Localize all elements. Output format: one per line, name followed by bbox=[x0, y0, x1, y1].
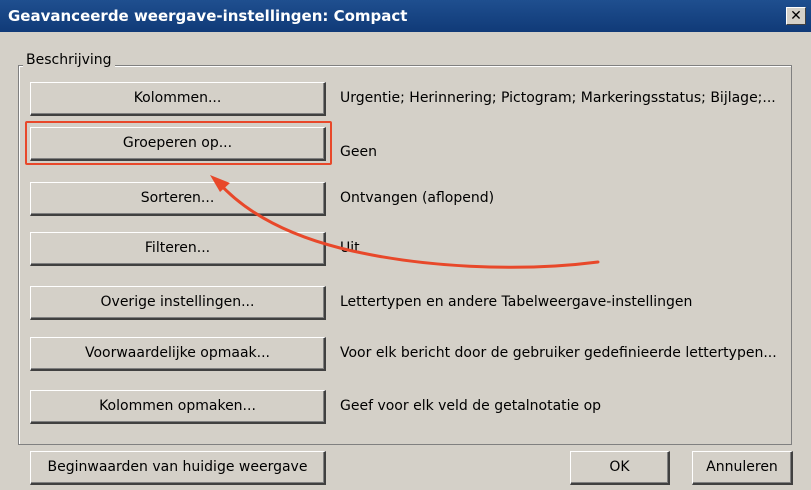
window-title: Geavanceerde weergave-instellingen: Comp… bbox=[8, 7, 408, 25]
group-by-description: Geen bbox=[340, 144, 377, 160]
sort-button[interactable]: Sorteren... bbox=[30, 182, 326, 216]
conditional-formatting-description: Voor elk bericht door de gebruiker gedef… bbox=[340, 345, 777, 361]
other-settings-button[interactable]: Overige instellingen... bbox=[30, 286, 326, 320]
dialog-window: Geavanceerde weergave-instellingen: Comp… bbox=[0, 0, 811, 490]
group-label: Beschrijving bbox=[23, 52, 115, 68]
ok-button[interactable]: OK bbox=[570, 451, 670, 485]
format-columns-button[interactable]: Kolommen opmaken... bbox=[30, 390, 326, 424]
title-bar: Geavanceerde weergave-instellingen: Comp… bbox=[0, 0, 811, 32]
conditional-formatting-button[interactable]: Voorwaardelijke opmaak... bbox=[30, 337, 326, 371]
format-columns-description: Geef voor elk veld de getalnotatie op bbox=[340, 398, 602, 414]
cancel-button[interactable]: Annuleren bbox=[692, 451, 793, 485]
other-settings-description: Lettertypen en andere Tabelweergave-inst… bbox=[340, 294, 693, 310]
close-icon: ✕ bbox=[790, 8, 802, 24]
close-button[interactable]: ✕ bbox=[786, 7, 806, 25]
columns-description: Urgentie; Herinnering; Pictogram; Marker… bbox=[340, 90, 776, 106]
highlight-box bbox=[25, 121, 332, 165]
filter-description: Uit bbox=[340, 240, 360, 256]
sort-description: Ontvangen (aflopend) bbox=[340, 190, 495, 206]
columns-button[interactable]: Kolommen... bbox=[30, 82, 326, 116]
filter-button[interactable]: Filteren... bbox=[30, 232, 326, 266]
reset-view-button[interactable]: Beginwaarden van huidige weergave bbox=[30, 451, 326, 485]
